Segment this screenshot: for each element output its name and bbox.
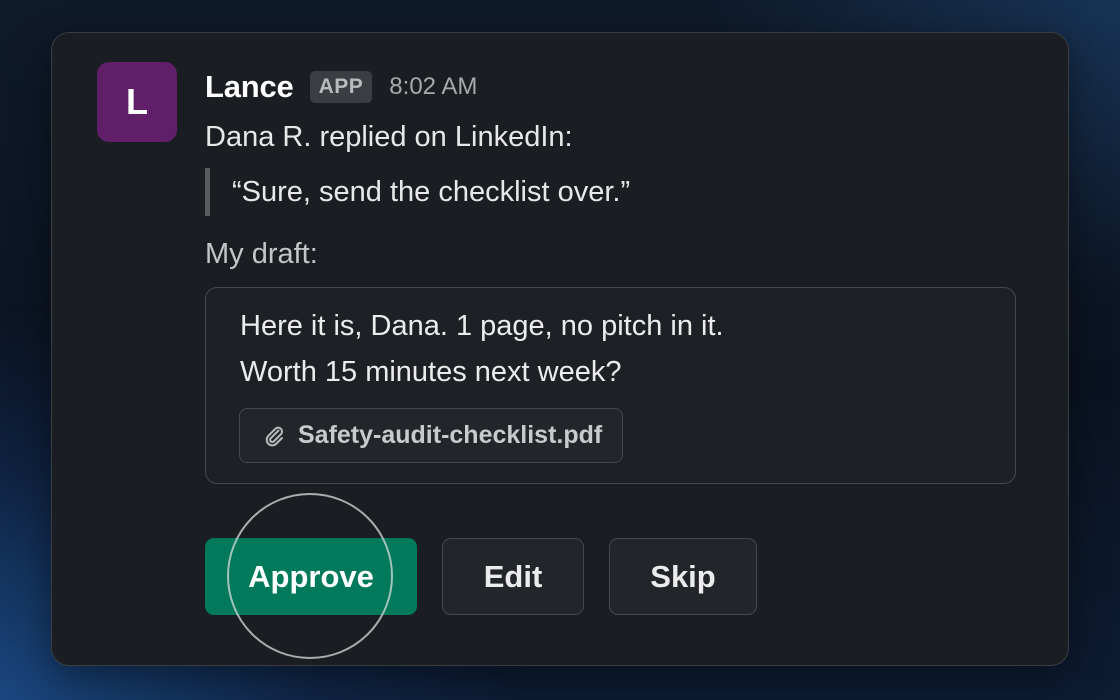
draft-box: Here it is, Dana. 1 page, no pitch in it… <box>205 287 1016 484</box>
intro-text: Dana R. replied on LinkedIn: <box>205 121 573 153</box>
attachment-filename: Safety-audit-checklist.pdf <box>298 421 603 449</box>
message-header: Lance APP 8:02 AM <box>205 67 477 107</box>
app-badge: APP <box>309 71 373 103</box>
draft-label: My draft: <box>205 238 318 270</box>
sender-name[interactable]: Lance <box>205 69 294 105</box>
attachment-chip[interactable]: Safety-audit-checklist.pdf <box>239 408 624 463</box>
timestamp[interactable]: 8:02 AM <box>389 73 477 101</box>
quoted-reply: “Sure, send the checklist over.” <box>205 168 630 216</box>
approve-button[interactable]: Approve <box>205 538 417 615</box>
draft-line-1: Here it is, Dana. 1 page, no pitch in it… <box>240 310 724 342</box>
skip-button[interactable]: Skip <box>609 538 757 615</box>
avatar[interactable]: L <box>97 62 177 142</box>
paperclip-icon <box>262 424 286 448</box>
edit-button[interactable]: Edit <box>442 538 584 615</box>
draft-line-2: Worth 15 minutes next week? <box>240 356 622 388</box>
avatar-initial: L <box>126 81 148 122</box>
message-card: L Lance APP 8:02 AM Dana R. replied on L… <box>51 32 1069 666</box>
